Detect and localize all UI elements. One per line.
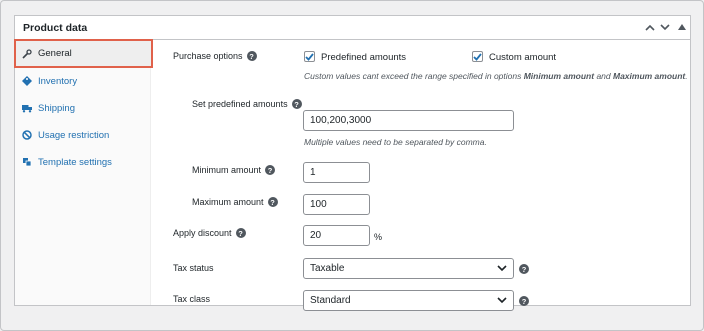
checkmark-icon — [305, 52, 314, 61]
predefined-amounts-label: Predefined amounts — [321, 52, 407, 63]
product-data-panel: Product data General Inventory Shipping … — [14, 15, 691, 311]
tab-label: General — [38, 48, 72, 59]
apply-discount-input[interactable]: 20 — [303, 225, 370, 246]
percent-unit: % — [374, 232, 383, 242]
tab-label: Inventory — [38, 75, 78, 87]
tax-class-select[interactable]: Standard — [303, 290, 514, 311]
metabox-wrapper: Product data General Inventory Shipping … — [0, 0, 704, 331]
custom-amount-label: Custom amount — [489, 52, 557, 63]
select-value: Taxable — [310, 263, 345, 274]
toggle-panel-icon[interactable] — [675, 20, 689, 34]
tax-status-label: Tax status — [173, 263, 214, 273]
input-value: 100,200,3000 — [310, 115, 372, 126]
tab-label: Shipping — [38, 102, 75, 114]
move-up-icon[interactable] — [643, 20, 657, 34]
tax-status-text: Tax status — [173, 263, 214, 273]
tab-label: Usage restriction — [38, 129, 110, 141]
panel-header: Product data — [15, 16, 690, 40]
general-options-panel: Purchase options ? Predefined amounts Cu… — [152, 40, 690, 311]
desc-text: . — [685, 71, 688, 81]
tax-class-label: Tax class — [173, 294, 210, 304]
tax-class-text: Tax class — [173, 294, 211, 304]
input-value: 20 — [310, 230, 322, 241]
checkmark-icon — [473, 52, 482, 61]
input-value: 1 — [310, 167, 316, 178]
help-icon[interactable]: ? — [519, 296, 529, 306]
purchase-options-text: Purchase options — [173, 51, 243, 61]
product-data-tabs: General Inventory Shipping Usage restric… — [14, 39, 153, 305]
wrench-icon — [22, 48, 32, 59]
tax-status-select[interactable]: Taxable — [303, 258, 514, 279]
help-icon[interactable]: ? — [291, 99, 302, 109]
tag-icon — [22, 76, 32, 86]
desc-text: and — [594, 71, 613, 81]
predefined-amounts-description: Multiple values need to be separated by … — [304, 137, 487, 147]
tab-usage-restriction[interactable]: Usage restriction — [15, 123, 151, 147]
help-icon[interactable]: ? — [235, 228, 246, 238]
desc-max: Maximum amount — [612, 71, 686, 81]
maximum-amount-label: Maximum amount ? — [192, 197, 278, 207]
custom-amount-description: Custom values cant exceed the range spec… — [304, 71, 688, 81]
panel-title: Product data — [23, 22, 88, 34]
truck-icon — [22, 103, 32, 113]
apply-discount-text: Apply discount — [173, 228, 232, 238]
predefined-amounts-input[interactable]: 100,200,3000 — [303, 110, 514, 131]
help-icon[interactable]: ? — [246, 51, 257, 61]
custom-amount-checkbox[interactable] — [472, 51, 483, 62]
predefined-amounts-checkbox[interactable] — [304, 51, 315, 62]
minimum-amount-label: Minimum amount ? — [192, 165, 276, 175]
minimum-amount-text: Minimum amount — [192, 165, 262, 175]
chevron-down-icon — [497, 296, 507, 308]
maximum-amount-text: Maximum amount — [192, 197, 264, 207]
block-icon — [22, 130, 32, 140]
desc-min: Minimum amount — [523, 71, 595, 81]
desc-text: Custom values cant exceed the range spec… — [304, 71, 524, 81]
set-predefined-text: Set predefined amounts — [192, 99, 288, 109]
select-value: Standard — [310, 295, 351, 306]
tab-template-settings[interactable]: Template settings — [15, 150, 151, 174]
purchase-options-label: Purchase options ? — [173, 51, 257, 61]
tab-label: Template settings — [38, 156, 112, 168]
tab-inventory[interactable]: Inventory — [15, 69, 151, 93]
tab-general[interactable]: General — [14, 39, 153, 68]
help-icon[interactable]: ? — [265, 165, 276, 175]
minimum-amount-input[interactable]: 1 — [303, 162, 370, 183]
help-icon[interactable]: ? — [519, 264, 529, 274]
move-down-icon[interactable] — [658, 20, 672, 34]
input-value: 100 — [310, 199, 327, 210]
help-icon[interactable]: ? — [267, 197, 278, 207]
apply-discount-label: Apply discount ? — [173, 228, 246, 238]
tab-shipping[interactable]: Shipping — [15, 96, 151, 120]
template-icon — [22, 157, 32, 167]
chevron-down-icon — [497, 264, 507, 276]
maximum-amount-input[interactable]: 100 — [303, 194, 370, 215]
set-predefined-label: Set predefined amounts ? — [192, 99, 302, 109]
